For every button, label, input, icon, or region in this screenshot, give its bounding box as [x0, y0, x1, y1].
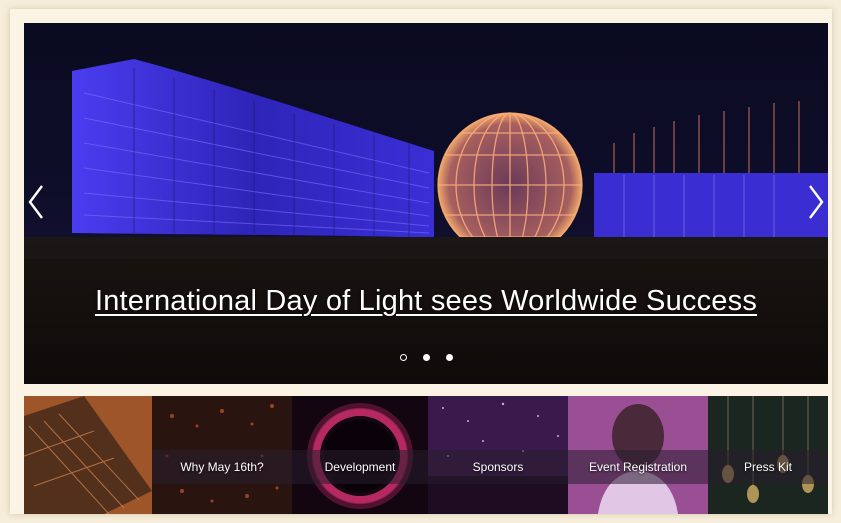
nav-press-kit[interactable]: Press Kit: [708, 450, 828, 484]
nav-event-registration[interactable]: Event Registration: [568, 450, 708, 484]
chevron-left-icon: [28, 185, 43, 219]
hero-headline-link[interactable]: International Day of Light sees Worldwid…: [24, 285, 828, 318]
hero-slide-image: [24, 23, 828, 384]
nav-tile-strip: Why May 16th? Development Sponsors Event…: [24, 396, 828, 514]
carousel-dot-1[interactable]: [399, 354, 407, 361]
carousel-prev-button[interactable]: [24, 178, 48, 226]
carousel-indicators: [24, 354, 828, 361]
chevron-right-icon: [809, 185, 824, 219]
section-divider: [24, 384, 828, 396]
carousel-dot-3[interactable]: [445, 354, 453, 361]
hero-carousel: International Day of Light sees Worldwid…: [24, 23, 828, 384]
nav-sponsors[interactable]: Sponsors: [428, 450, 568, 484]
carousel-next-button[interactable]: [804, 178, 828, 226]
nav-why-may-16th[interactable]: Why May 16th?: [152, 450, 292, 484]
carousel-dot-2[interactable]: [422, 354, 430, 361]
page-frame: International Day of Light sees Worldwid…: [10, 9, 832, 514]
nav-development[interactable]: Development: [292, 450, 428, 484]
solar-panel-image: [24, 396, 152, 514]
